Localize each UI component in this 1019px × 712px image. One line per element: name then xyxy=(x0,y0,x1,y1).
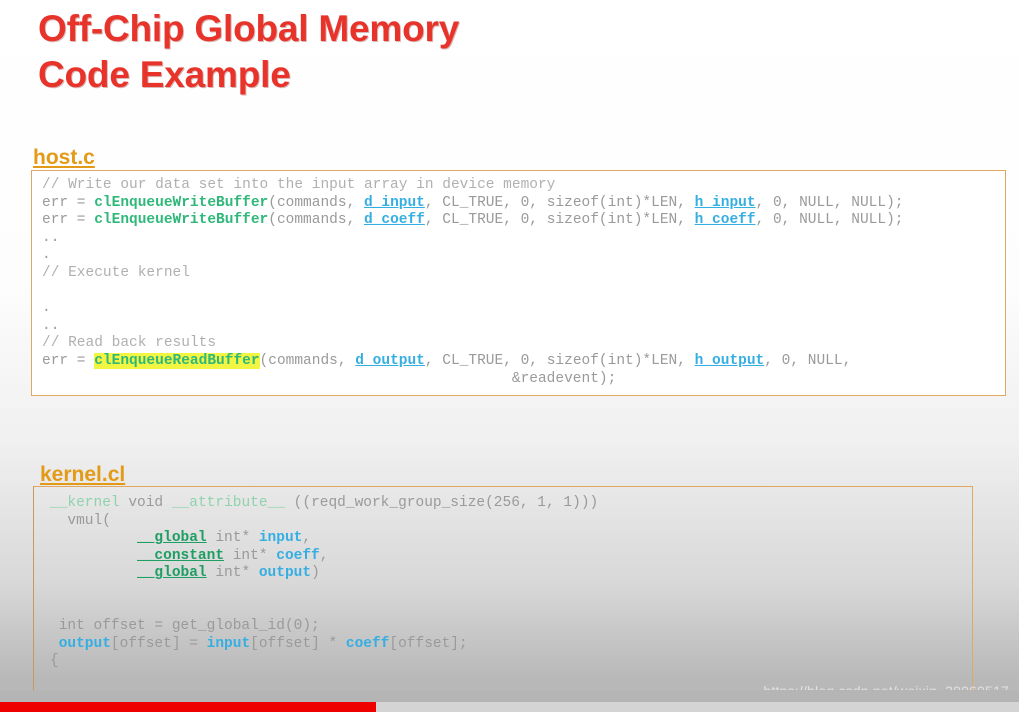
code-token: // Read back results xyxy=(42,335,217,352)
code-token: , 0, NULL, NULL); xyxy=(755,194,904,211)
code-token: input xyxy=(258,530,303,547)
code-line: // Execute kernel xyxy=(42,265,1005,283)
code-token: err = xyxy=(42,212,95,229)
kernel-cl-code-block: __kernel void __attribute__ ((reqd_work_… xyxy=(33,486,973,712)
code-token: output xyxy=(258,565,312,582)
code-token: __attribute__ xyxy=(171,495,285,511)
code-token: int* xyxy=(206,565,259,582)
code-token: , CL_TRUE, 0, sizeof(int)*LEN, xyxy=(424,212,695,229)
code-line: .. xyxy=(42,230,1005,248)
code-line: .. xyxy=(42,318,1005,336)
code-token: input xyxy=(206,635,251,652)
code-line: // Write our data set into the input arr… xyxy=(42,177,1005,195)
code-token: coeff xyxy=(345,635,390,652)
code-token: .. xyxy=(42,317,60,334)
code-token: h_coeff xyxy=(694,212,756,229)
code-token: [offset] = xyxy=(110,635,207,652)
code-token: , CL_TRUE, 0, sizeof(int)*LEN, xyxy=(424,352,695,369)
code-token: int* xyxy=(224,547,277,564)
code-token: (commands, xyxy=(268,194,364,211)
code-token: err = xyxy=(42,194,95,211)
code-line: &readevent); xyxy=(42,371,1005,389)
code-token: clEnqueueWriteBuffer xyxy=(94,194,269,211)
code-line xyxy=(50,583,972,601)
code-line: . xyxy=(42,247,1005,265)
code-token: d_input xyxy=(363,194,425,211)
code-token: __global xyxy=(137,530,207,547)
slide-canvas: Off-Chip Global Memory Code Example host… xyxy=(0,0,1019,712)
code-token: , xyxy=(319,547,329,564)
code-line: __kernel void __attribute__ ((reqd_work_… xyxy=(50,495,972,513)
code-token: ) xyxy=(311,565,320,582)
code-token: , CL_TRUE, 0, sizeof(int)*LEN, xyxy=(424,194,695,211)
code-token: (commands, xyxy=(259,352,356,369)
code-token: // Execute kernel xyxy=(42,264,190,281)
page-title: Off-Chip Global Memory Code Example xyxy=(38,8,460,95)
code-token: clEnqueueReadBuffer xyxy=(94,352,260,369)
code-line: { xyxy=(50,653,972,671)
code-token: ((reqd_work_group_size(256, 1, 1))) xyxy=(284,495,599,511)
kernel-box-left-edge xyxy=(33,486,34,702)
code-line xyxy=(42,283,1005,301)
code-line: __global int* input, xyxy=(50,530,972,548)
code-token: // Write our data set into the input arr… xyxy=(42,177,556,193)
code-token: int offset = get_global_id(0); xyxy=(50,618,320,635)
code-line: err = clEnqueueWriteBuffer(commands, d_i… xyxy=(42,195,1005,213)
code-token: , 0, NULL, NULL); xyxy=(755,212,904,229)
code-token: .. xyxy=(42,229,60,246)
code-token: err = xyxy=(42,352,95,369)
code-token: , xyxy=(302,530,312,547)
code-token: &readevent); xyxy=(42,370,617,387)
code-line: __constant int* coeff, xyxy=(50,548,972,566)
kernel-cl-file-label: kernel.cl xyxy=(40,463,126,486)
code-line: err = clEnqueueWriteBuffer(commands, d_c… xyxy=(42,212,1005,230)
code-token: h_input xyxy=(694,194,756,211)
code-token: h_output xyxy=(694,352,765,369)
code-line: __global int* output) xyxy=(50,565,972,583)
bottom-bar-gray xyxy=(376,702,1019,712)
code-token: coeff xyxy=(276,547,320,564)
code-token: [offset]; xyxy=(389,635,468,652)
code-token: (commands, xyxy=(268,212,364,229)
bottom-bar-red xyxy=(0,702,376,712)
code-token: clEnqueueWriteBuffer xyxy=(94,212,269,229)
code-token: vmul( xyxy=(50,512,111,529)
code-line: vmul( xyxy=(50,513,972,531)
code-token: __kernel xyxy=(50,495,120,511)
code-token: __constant xyxy=(137,547,225,564)
code-token: output xyxy=(58,635,111,652)
code-token: __global xyxy=(137,565,207,582)
code-token: d_coeff xyxy=(363,212,425,229)
code-token: int* xyxy=(206,530,259,547)
code-token: . xyxy=(42,300,51,317)
host-c-file-label: host.c xyxy=(33,146,95,169)
code-line: int offset = get_global_id(0); xyxy=(50,618,972,636)
code-line: err = clEnqueueReadBuffer(commands, d_ou… xyxy=(42,352,1005,371)
code-line: // Read back results xyxy=(42,335,1005,353)
code-token: [offset] * xyxy=(250,635,346,652)
code-token: void xyxy=(119,495,172,511)
code-token: , 0, NULL, xyxy=(764,352,852,369)
code-line: output[offset] = input[offset] * coeff[o… xyxy=(50,636,972,654)
code-token: { xyxy=(50,653,59,670)
host-c-code-block: // Write our data set into the input arr… xyxy=(31,170,1006,396)
code-token: d_output xyxy=(355,352,425,369)
code-line xyxy=(50,601,972,619)
code-line: . xyxy=(42,300,1005,318)
code-token: . xyxy=(42,247,51,264)
